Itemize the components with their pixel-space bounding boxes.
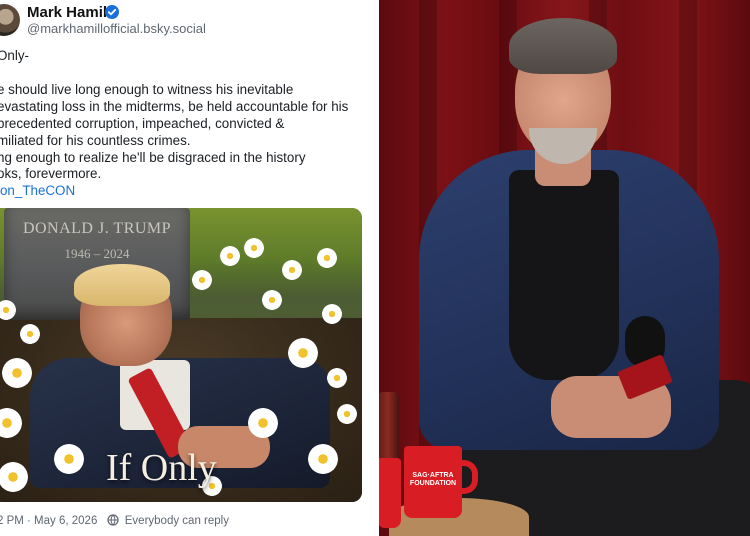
post-timestamp[interactable]: 2 PM · May 6, 2026 (0, 515, 97, 527)
daisy-flower (20, 324, 40, 344)
verified-check-icon (105, 5, 119, 19)
post-text-line: precedented corruption, impeached, convi… (0, 115, 285, 131)
author-avatar[interactable] (0, 4, 20, 36)
figure-hair (74, 264, 170, 306)
daisy-flower (54, 444, 84, 474)
man-black-shirt (509, 170, 619, 380)
interview-photo: SAG·AFTRA FOUNDATION (379, 0, 750, 536)
daisy-flower (244, 238, 264, 258)
daisy-flower (220, 246, 240, 266)
post-hashtag-link[interactable]: ion_TheCON (0, 183, 369, 200)
daisy-flower (308, 444, 338, 474)
post-text-line: evastating loss in the midterms, be held… (0, 98, 349, 114)
post-text-line: e should live long enough to witness his… (0, 81, 294, 97)
daisy-flower (322, 304, 342, 324)
daisy-flower (262, 290, 282, 310)
post-text-line: miliated for his countless crimes. (0, 132, 191, 148)
post-text-line: ng enough to realize he'll be disgraced … (0, 149, 306, 165)
post-header: Mark Hamill @markhamillofficial.bsky.soc… (0, 0, 377, 40)
post-attached-image[interactable]: DONALD J. TRUMP 1946 – 2024 If Only (0, 208, 362, 502)
reply-setting-label[interactable]: Everybody can reply (125, 515, 229, 527)
daisy-flower (288, 338, 318, 368)
man-hair (509, 18, 617, 74)
image-caption: If Only (106, 447, 217, 489)
red-mug-back (379, 458, 401, 528)
author-handle[interactable]: @markhamillofficial.bsky.social (27, 21, 206, 36)
gravestone-dates: 1946 – 2024 (64, 246, 130, 261)
post-text-line: oks, forevermore. (0, 166, 102, 182)
post-body: Only- e should live long enough to witne… (0, 48, 369, 200)
daisy-flower (2, 358, 32, 388)
everyone-reply-icon (106, 514, 119, 526)
daisy-flower (192, 270, 212, 290)
mug-label: SAG·AFTRA FOUNDATION (409, 472, 457, 487)
daisy-flower (337, 404, 357, 424)
microphone-icon (617, 316, 673, 400)
daisy-flower (282, 260, 302, 280)
microphone-flag (617, 354, 673, 400)
post-text-line: Only- (0, 48, 29, 63)
social-post-card: Mark Hamill @markhamillofficial.bsky.soc… (0, 0, 377, 536)
red-mug-front: SAG·AFTRA FOUNDATION (404, 446, 478, 518)
author-display-name[interactable]: Mark Hamill (27, 4, 111, 21)
daisy-flower (248, 408, 278, 438)
daisy-flower (317, 248, 337, 268)
gravestone-name: DONALD J. TRUMP (22, 220, 172, 237)
post-footer: 2 PM · May 6, 2026 Everybody can reply (0, 514, 229, 527)
daisy-flower (327, 368, 347, 388)
